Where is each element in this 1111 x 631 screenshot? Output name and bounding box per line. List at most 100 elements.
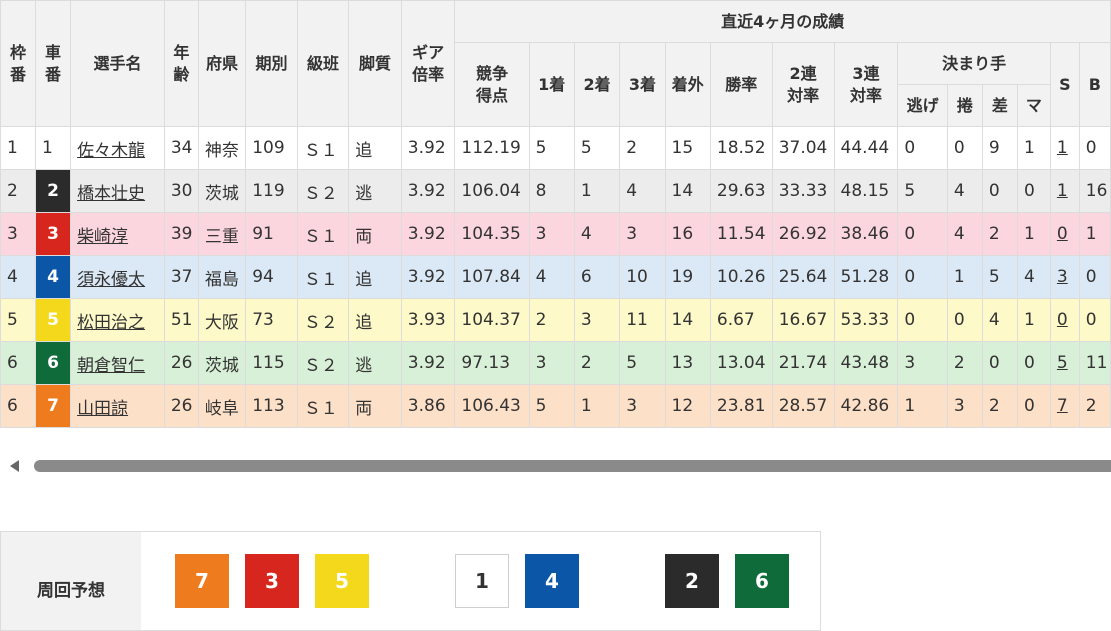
mark-cell: 0: [1016, 384, 1051, 428]
rider-name-link[interactable]: 朝倉智仁: [77, 356, 145, 376]
header-style: 脚質: [348, 0, 402, 127]
s-count-cell: 1: [1049, 169, 1080, 213]
rider-name-cell: 佐々木龍: [70, 126, 165, 170]
car-number-cell: 1: [35, 126, 72, 170]
term-cell: 109: [245, 126, 298, 170]
header-car-number: 車 番: [35, 0, 72, 127]
style-cell: 両: [348, 212, 402, 256]
s-count-cell: 0: [1049, 298, 1080, 342]
pref-cell: 神奈: [197, 126, 247, 170]
prediction-car-box: 6: [735, 554, 789, 608]
s-count-link[interactable]: 7: [1057, 396, 1068, 416]
s-count-link[interactable]: 0: [1057, 310, 1068, 330]
class-cell: Ｓ２: [296, 169, 350, 213]
header-score: 競争 得点: [454, 42, 530, 127]
age-cell: 26: [163, 341, 199, 385]
gear-cell: 3.92: [400, 169, 456, 213]
car-number-badge: 7: [36, 385, 70, 427]
b-cell: 16: [1078, 169, 1111, 213]
s-count-link[interactable]: 5: [1057, 353, 1068, 373]
sashi-cell: 2: [981, 384, 1018, 428]
third-cell: 4: [619, 169, 666, 213]
class-cell: Ｓ２: [296, 298, 350, 342]
prediction-car-box: 5: [315, 554, 369, 608]
class-cell: Ｓ２: [296, 341, 350, 385]
prediction-car-box: 3: [245, 554, 299, 608]
trio-cell: 38.46: [833, 212, 899, 256]
age-cell: 34: [163, 126, 199, 170]
gear-cell: 3.92: [400, 341, 456, 385]
b-cell: 0: [1078, 298, 1111, 342]
term-cell: 73: [245, 298, 298, 342]
out-cell: 12: [664, 384, 711, 428]
rider-name-link[interactable]: 須永優太: [77, 270, 145, 290]
gear-cell: 3.86: [400, 384, 456, 428]
s-count-cell: 3: [1049, 255, 1080, 299]
car-number-cell: 7: [35, 384, 72, 428]
makuri-cell: 2: [946, 341, 983, 385]
sashi-cell: 0: [981, 169, 1018, 213]
quin-cell: 21.74: [771, 341, 835, 385]
rider-name-cell: 柴崎淳: [70, 212, 165, 256]
win-cell: 10.26: [709, 255, 773, 299]
waku-cell: 6: [0, 384, 37, 428]
car-number-cell: 2: [35, 169, 72, 213]
rider-name-link[interactable]: 柴崎淳: [77, 227, 128, 247]
trio-cell: 51.28: [833, 255, 899, 299]
mark-cell: 4: [1016, 255, 1051, 299]
car-number-badge: 5: [36, 299, 70, 341]
pref-cell: 岐阜: [197, 384, 247, 428]
header-age: 年 齢: [163, 0, 199, 127]
header-recent-results: 直近4ヶ月の成績: [454, 0, 1111, 43]
scroll-left-arrow-icon[interactable]: [10, 460, 19, 472]
score-cell: 112.19: [454, 126, 530, 170]
makuri-cell: 1: [946, 255, 983, 299]
score-cell: 106.43: [454, 384, 530, 428]
header-third: 3着: [619, 42, 666, 127]
rider-name-link[interactable]: 山田諒: [77, 399, 128, 419]
s-count-cell: 7: [1049, 384, 1080, 428]
gear-cell: 3.92: [400, 212, 456, 256]
s-count-link[interactable]: 3: [1057, 267, 1068, 287]
third-cell: 3: [619, 212, 666, 256]
mark-cell: 1: [1016, 126, 1051, 170]
car-number-badge: 2: [36, 170, 70, 212]
s-count-link[interactable]: 1: [1057, 138, 1068, 158]
s-count-link[interactable]: 0: [1057, 224, 1068, 244]
first-cell: 5: [528, 384, 575, 428]
first-cell: 8: [528, 169, 575, 213]
win-cell: 11.54: [709, 212, 773, 256]
mark-cell: 0: [1016, 341, 1051, 385]
prediction-car-box: 7: [175, 554, 229, 608]
table-row: 4 4 須永優太 37 福島 94 Ｓ１ 追 3.92 107.84 4 6 10 19 10.26 25.6…: [0, 255, 1111, 299]
car-number-cell: 5: [35, 298, 72, 342]
class-cell: Ｓ１: [296, 212, 350, 256]
b-cell: 2: [1078, 384, 1111, 428]
rider-name-link[interactable]: 橋本壮史: [77, 184, 145, 204]
gear-cell: 3.92: [400, 255, 456, 299]
table-row: 2 2 橋本壮史 30 茨城 119 Ｓ２ 逃 3.92 106.04 8 1 4 14 29.63 33.3…: [0, 169, 1111, 213]
style-cell: 追: [348, 298, 402, 342]
s-count-link[interactable]: 1: [1057, 181, 1068, 201]
header-mark: マ: [1016, 84, 1051, 127]
header-first: 1着: [528, 42, 575, 127]
waku-cell: 2: [0, 169, 37, 213]
age-cell: 30: [163, 169, 199, 213]
horizontal-scrollbar[interactable]: [0, 452, 1111, 478]
nige-cell: 0: [897, 126, 948, 170]
mark-cell: 0: [1016, 169, 1051, 213]
out-cell: 19: [664, 255, 711, 299]
rider-name-link[interactable]: 佐々木龍: [77, 141, 145, 161]
makuri-cell: 3: [946, 384, 983, 428]
gear-cell: 3.92: [400, 126, 456, 170]
third-cell: 10: [619, 255, 666, 299]
out-cell: 14: [664, 298, 711, 342]
header-b: B: [1078, 42, 1111, 127]
scroll-thumb[interactable]: [34, 460, 1111, 472]
second-cell: 5: [573, 126, 621, 170]
term-cell: 119: [245, 169, 298, 213]
table-row: 5 5 松田治之 51 大阪 73 Ｓ２ 追 3.93 104.37 2 3 11 14 6.67 16.67…: [0, 298, 1111, 342]
rider-name-link[interactable]: 松田治之: [77, 313, 145, 333]
win-cell: 23.81: [709, 384, 773, 428]
quin-cell: 37.04: [771, 126, 835, 170]
